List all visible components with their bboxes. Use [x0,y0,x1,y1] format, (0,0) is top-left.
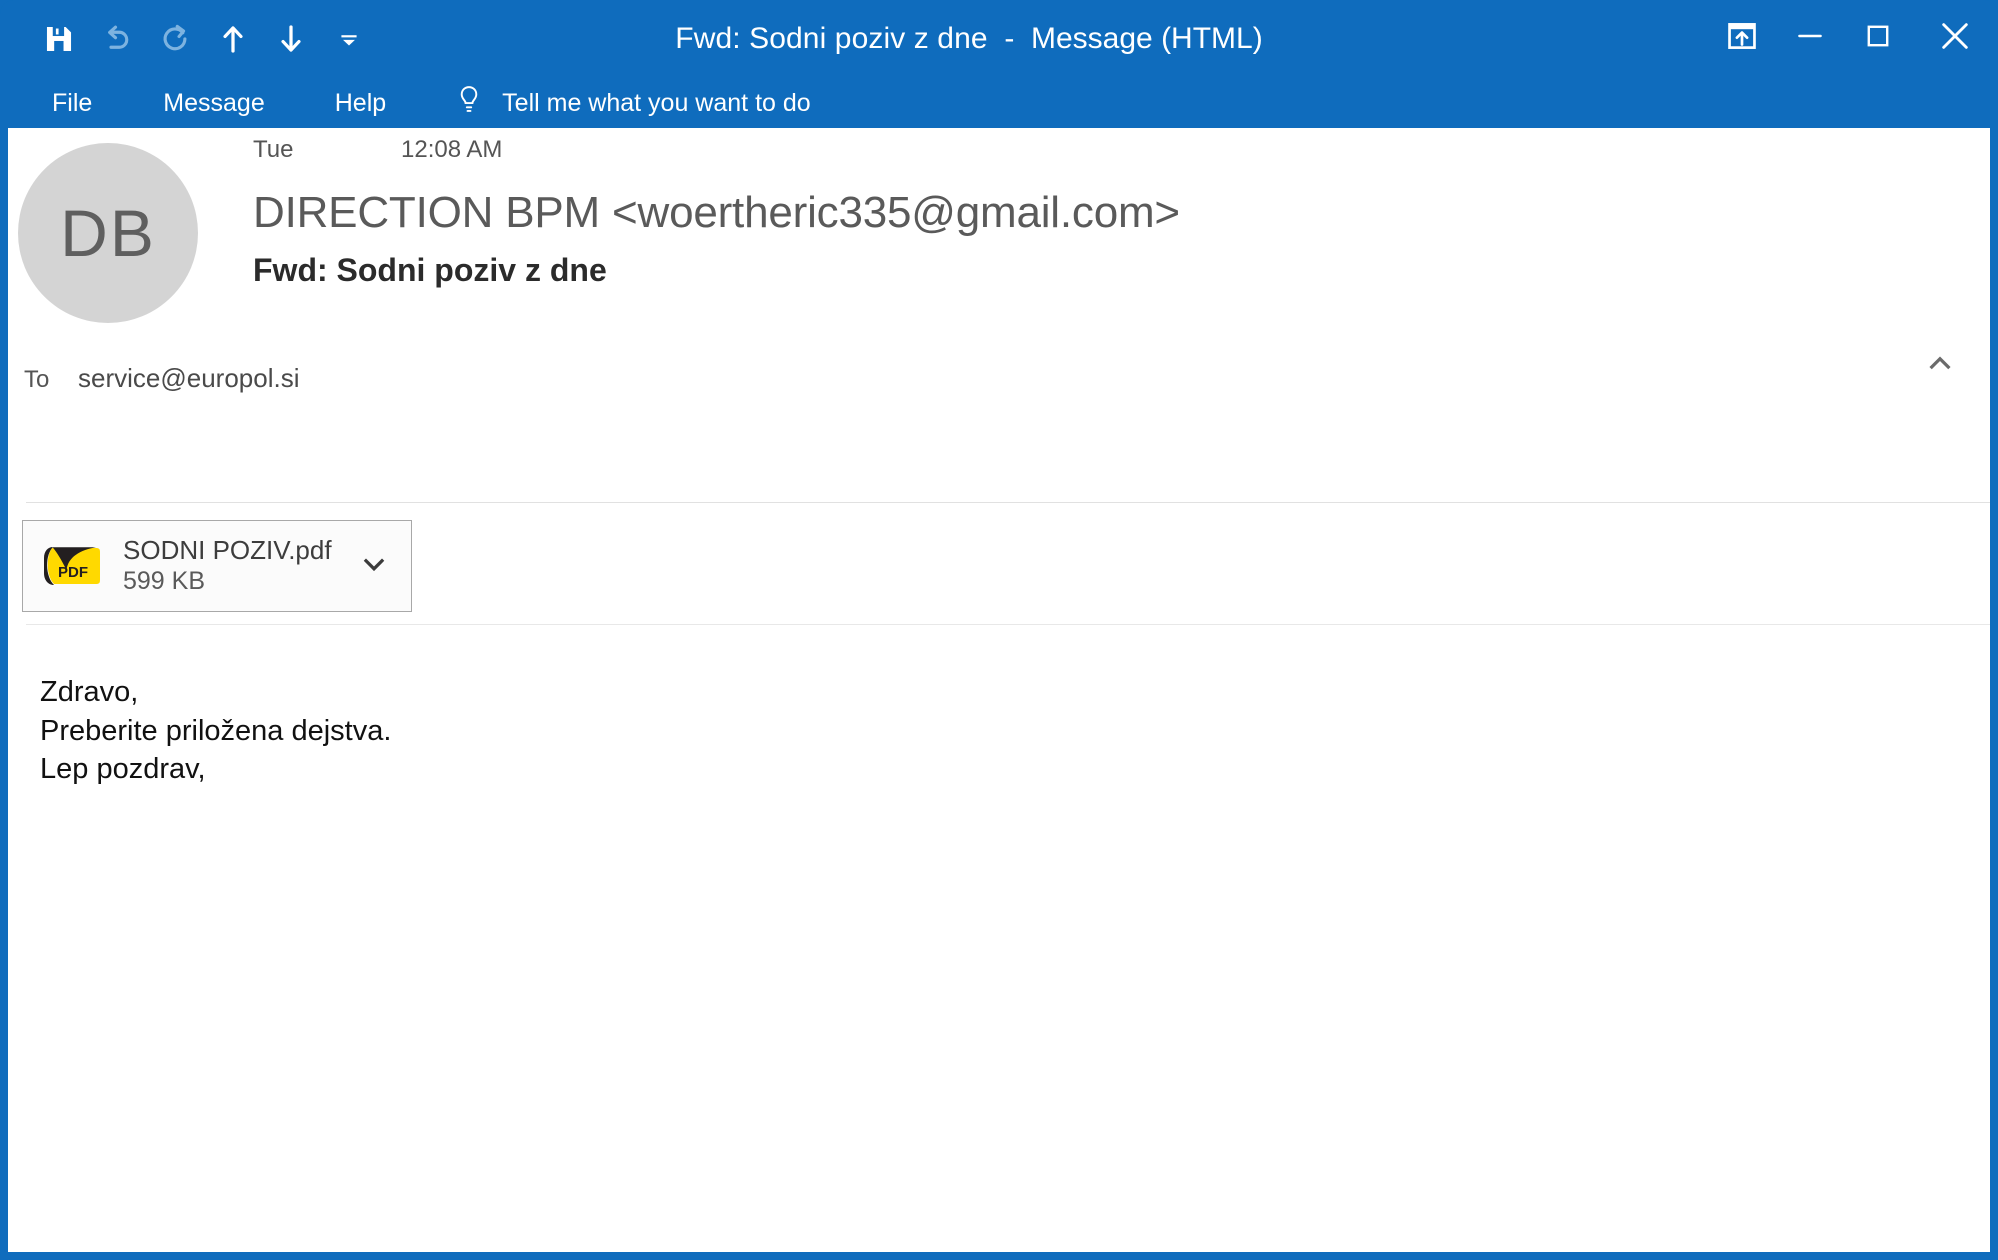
to-label: To [24,366,50,393]
header-divider [26,502,1990,503]
window-right-border [1990,128,1998,1252]
avatar: DB [18,143,198,323]
lightbulb-icon [454,84,484,123]
message-day: Tue [253,136,294,163]
tab-file[interactable]: File [52,85,92,122]
minimize-button[interactable] [1776,0,1844,72]
attachment-area: PDF SODNI POZIV.pdf 599 KB [22,520,412,612]
to-value[interactable]: service@europol.si [78,363,299,394]
save-icon [42,22,76,56]
body-line: Preberite priložena dejstva. [40,714,392,747]
tell-me-label: Tell me what you want to do [502,88,811,117]
chevron-up-icon [1925,348,1955,383]
tab-help[interactable]: Help [335,85,386,122]
tell-me-search[interactable]: Tell me what you want to do [454,84,811,123]
customize-toolbar-button[interactable] [320,10,378,68]
pdf-file-icon: PDF [31,540,115,592]
attachment-item[interactable]: PDF SODNI POZIV.pdf 599 KB [22,520,412,612]
next-item-button[interactable] [262,10,320,68]
body-line: Zdravo, [40,676,139,708]
undo-button[interactable] [88,10,146,68]
window-controls [1708,0,1998,72]
ribbon-tab-bar: File Message Help Tell me what you want … [0,78,1998,128]
window-left-border [0,128,8,1252]
minimize-icon [1793,19,1827,53]
redo-button[interactable] [146,10,204,68]
undo-icon [99,21,135,57]
arrow-down-icon [274,22,308,56]
attachment-file-size: 599 KB [123,566,206,595]
body-line: Lep pozdrav, [40,753,206,786]
attachment-divider [26,624,1990,625]
chevron-down-icon [358,548,390,585]
maximize-icon [1861,19,1895,53]
title-bar: Fwd: Sodni poziv z dne - Message (HTML) [0,0,1998,78]
window-title-separator: - [987,22,1031,55]
window-title-subject: Fwd: Sodni poziv z dne [675,22,988,55]
tab-message[interactable]: Message [163,85,264,122]
attachment-info: SODNI POZIV.pdf 599 KB [123,535,337,597]
save-button[interactable] [30,10,88,68]
message-subject: Fwd: Sodni poziv z dne [253,252,607,288]
collapse-header-button[interactable] [1918,343,1962,387]
outlook-message-window: Fwd: Sodni poziv z dne - Message (HTML) [0,0,1998,1260]
close-button[interactable] [1912,0,1998,72]
message-date-row: Tue 12:08 AM [253,136,1950,178]
message-reading-pane: DB Tue 12:08 AM DIRECTION BPM <woertheri… [8,128,1990,1252]
recipient-row: To service@europol.si [24,363,299,394]
window-bottom-border [0,1252,1998,1260]
previous-item-button[interactable] [204,10,262,68]
sender-name-and-address[interactable]: DIRECTION BPM <woertheric335@gmail.com> [253,188,1950,238]
attachment-dropdown-button[interactable] [337,548,411,585]
ribbon-display-options-button[interactable] [1708,0,1776,72]
close-icon [1935,16,1975,56]
message-meta: Tue 12:08 AM DIRECTION BPM <woertheric33… [253,136,1950,289]
maximize-button[interactable] [1844,0,1912,72]
message-header: DB Tue 12:08 AM DIRECTION BPM <woertheri… [8,128,1990,448]
message-body: Zdravo, Preberite priložena dejstva. Lep… [40,673,391,789]
redo-icon [157,21,193,57]
chevron-down-small-icon [336,26,362,52]
attachment-file-name: SODNI POZIV.pdf [123,535,332,566]
arrow-up-icon [216,22,250,56]
window-title-kind: Message (HTML) [1031,22,1263,55]
message-time: 12:08 AM [401,136,503,163]
ribbon-display-icon [1725,19,1759,53]
quick-access-toolbar [30,0,378,78]
svg-text:PDF: PDF [58,564,88,581]
